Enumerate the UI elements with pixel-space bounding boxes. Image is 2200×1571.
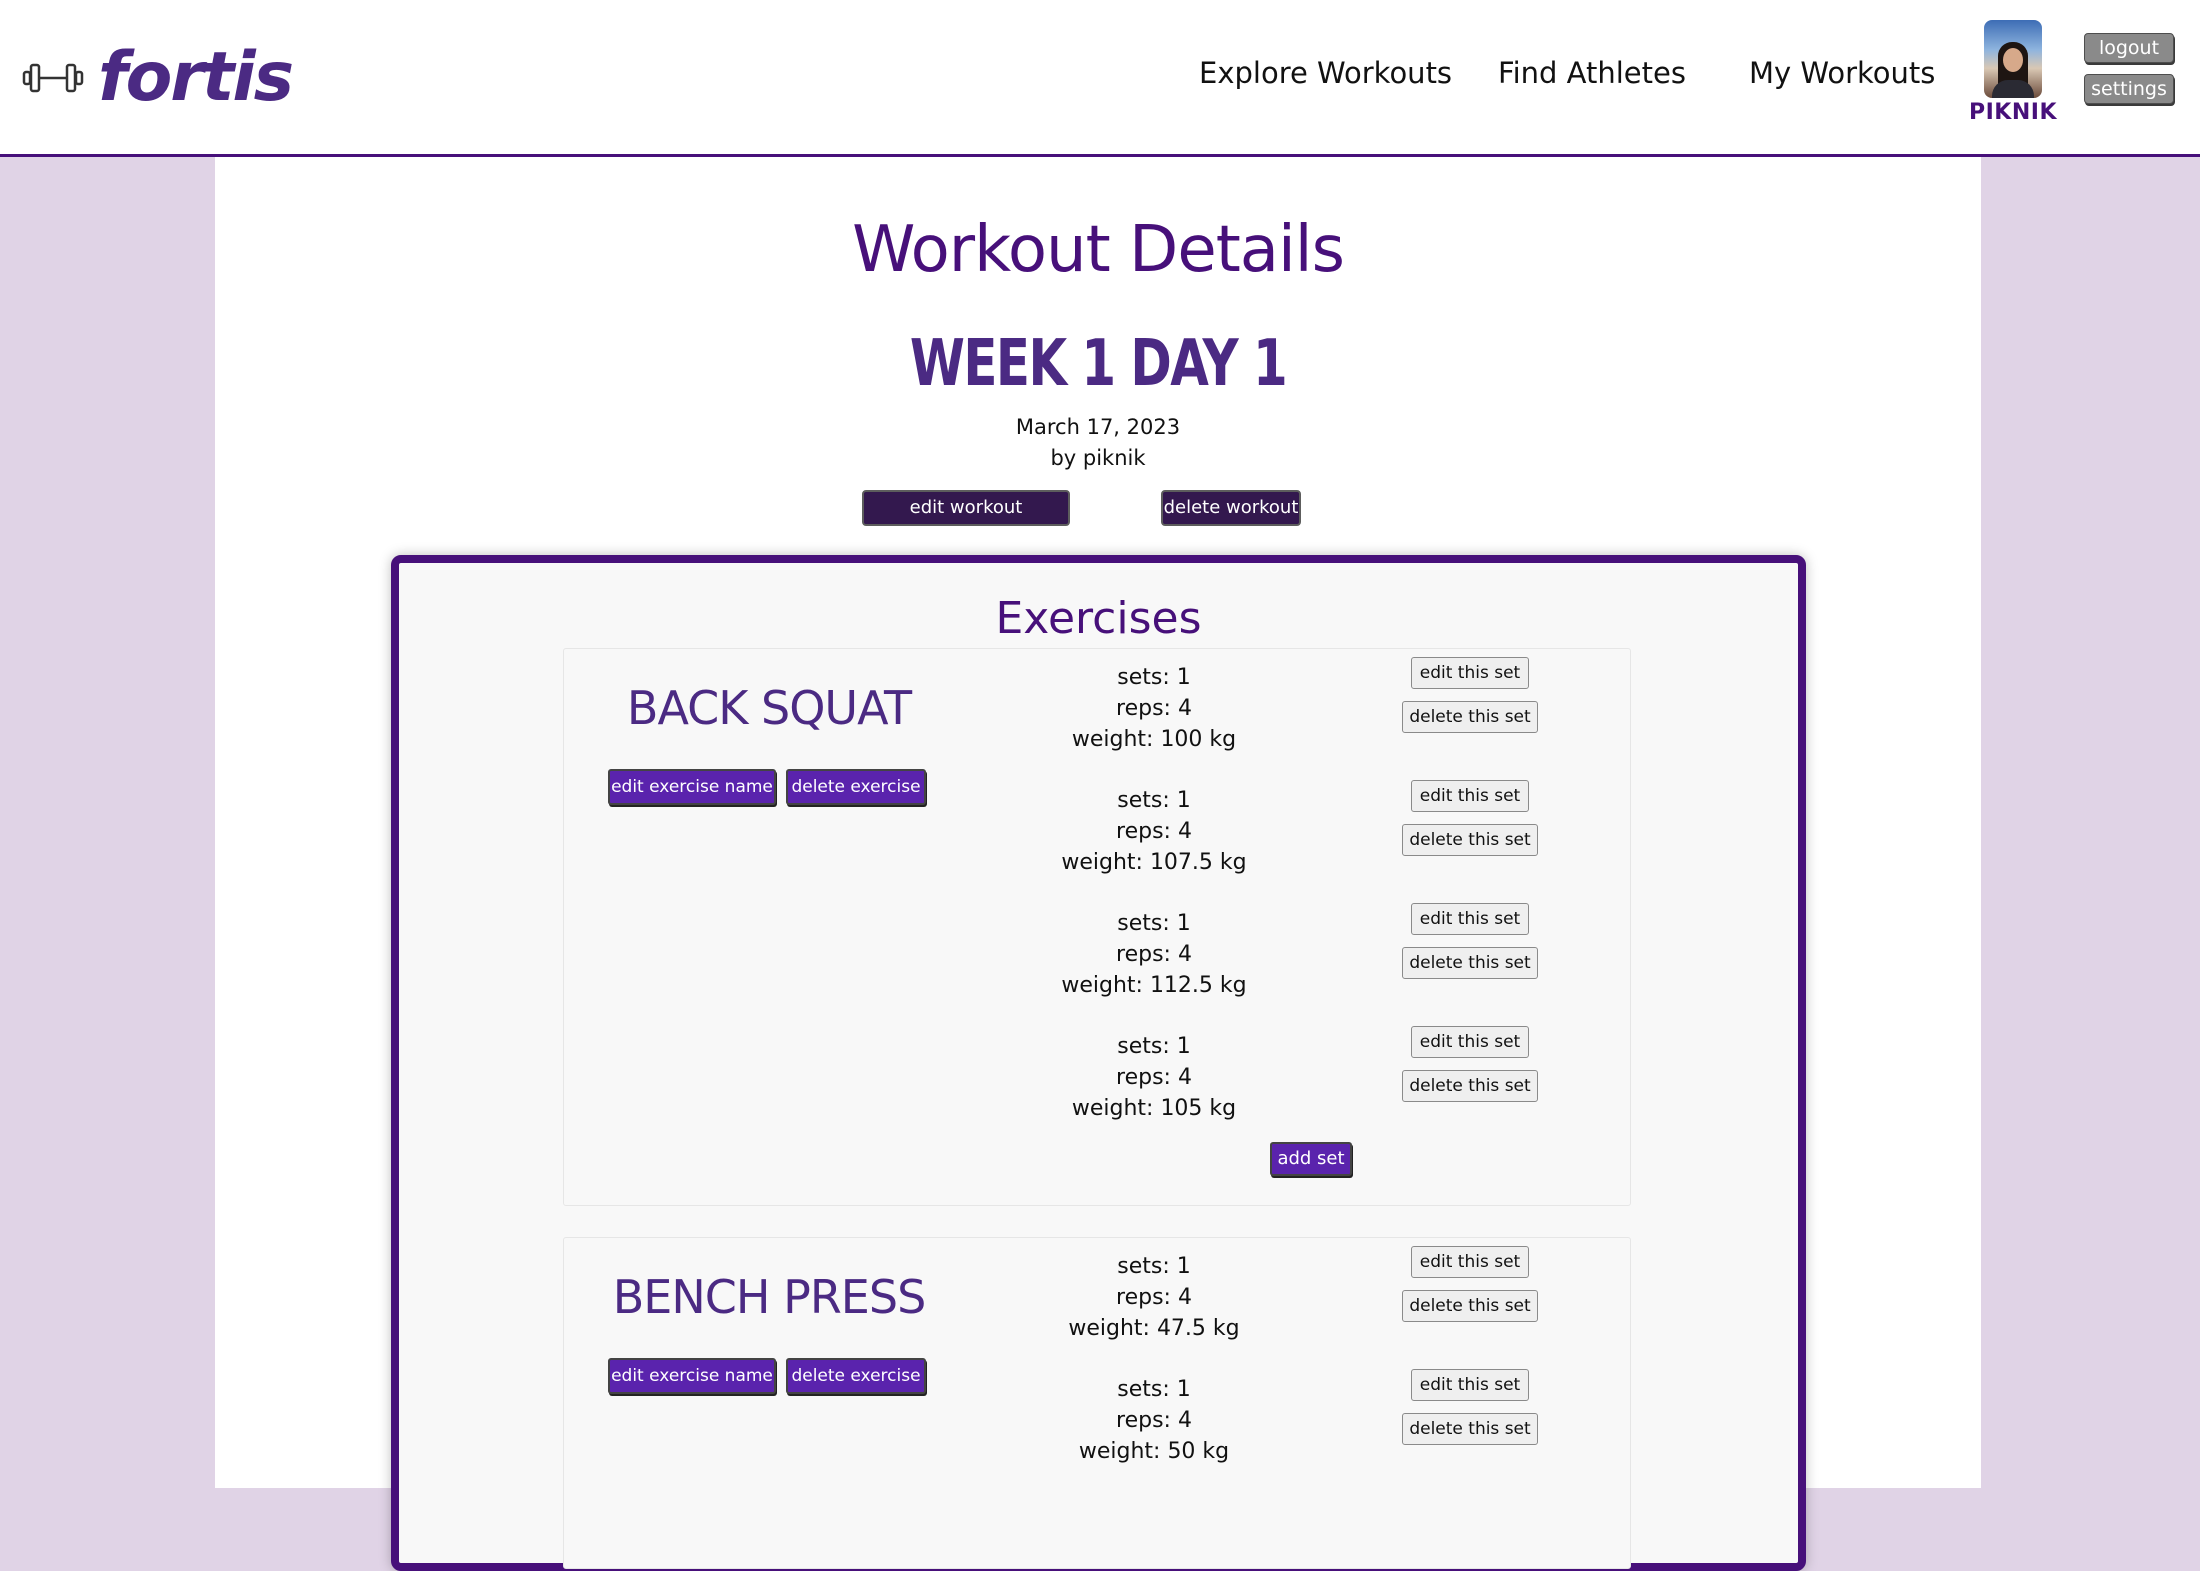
delete-exercise-button[interactable]: delete exercise bbox=[786, 769, 926, 805]
set-reps: reps: 4 bbox=[1116, 942, 1192, 967]
set-count: sets: 1 bbox=[1117, 1034, 1191, 1059]
page-title: Workout Details bbox=[852, 213, 1345, 287]
exercise-card: BACK SQUAT edit exercise name delete exe… bbox=[563, 648, 1631, 1206]
workout-date: March 17, 2023 bbox=[1015, 415, 1181, 439]
set-count: sets: 1 bbox=[1117, 1254, 1191, 1279]
edit-workout-button[interactable]: edit workout name/date bbox=[862, 490, 1070, 550]
set-count: sets: 1 bbox=[1117, 788, 1191, 813]
set-reps: reps: 4 bbox=[1116, 1408, 1192, 1433]
exercises-heading: Exercises bbox=[995, 593, 1202, 644]
top-header: fortis Explore Workouts Find Athletes My… bbox=[0, 0, 2200, 157]
nav-find-athletes[interactable]: Find Athletes bbox=[1498, 56, 1686, 90]
exercise-name: BACK SQUAT bbox=[626, 681, 912, 735]
edit-set-button[interactable]: edit this set bbox=[1411, 1246, 1529, 1278]
settings-button[interactable]: settings bbox=[2084, 74, 2174, 104]
workout-name: WEEK 1 DAY 1 bbox=[909, 327, 1288, 401]
edit-set-button[interactable]: edit this set bbox=[1411, 1026, 1529, 1058]
main-content: Workout Details WEEK 1 DAY 1 March 17, 2… bbox=[215, 157, 1981, 1571]
workout-author: by piknik bbox=[1050, 446, 1146, 470]
edit-exercise-name-button[interactable]: edit exercise name bbox=[608, 769, 776, 805]
set-info: sets: 1 reps: 4 weight: 107.5 kg bbox=[1004, 785, 1304, 878]
set-info: sets: 1 reps: 4 weight: 105 kg bbox=[1004, 1031, 1304, 1124]
set-weight: weight: 107.5 kg bbox=[1061, 850, 1247, 875]
set-info: sets: 1 reps: 4 weight: 47.5 kg bbox=[1004, 1251, 1304, 1344]
delete-set-button[interactable]: delete this set bbox=[1402, 701, 1538, 733]
set-reps: reps: 4 bbox=[1116, 696, 1192, 721]
set-weight: weight: 47.5 kg bbox=[1068, 1316, 1240, 1341]
delete-exercise-button[interactable]: delete exercise bbox=[786, 1358, 926, 1394]
username-label[interactable]: PIKNIK bbox=[1968, 100, 2058, 125]
delete-workout-button[interactable]: delete workout bbox=[1161, 490, 1301, 526]
exercise-name: BENCH PRESS bbox=[612, 1270, 927, 1324]
dumbbell-icon bbox=[22, 63, 84, 93]
set-weight: weight: 112.5 kg bbox=[1061, 973, 1247, 998]
set-reps: reps: 4 bbox=[1116, 819, 1192, 844]
exercises-panel: Exercises BACK SQUAT edit exercise name … bbox=[391, 555, 1806, 1571]
set-count: sets: 1 bbox=[1117, 665, 1191, 690]
delete-set-button[interactable]: delete this set bbox=[1402, 1413, 1538, 1445]
nav-explore-workouts[interactable]: Explore Workouts bbox=[1199, 56, 1452, 90]
edit-set-button[interactable]: edit this set bbox=[1411, 1369, 1529, 1401]
delete-set-button[interactable]: delete this set bbox=[1402, 947, 1538, 979]
set-count: sets: 1 bbox=[1117, 1377, 1191, 1402]
logout-button[interactable]: logout bbox=[2084, 33, 2174, 63]
set-reps: reps: 4 bbox=[1116, 1285, 1192, 1310]
delete-set-button[interactable]: delete this set bbox=[1402, 1070, 1538, 1102]
set-info: sets: 1 reps: 4 weight: 112.5 kg bbox=[1004, 908, 1304, 1001]
delete-set-button[interactable]: delete this set bbox=[1402, 1290, 1538, 1322]
brand-logo[interactable]: fortis bbox=[22, 38, 294, 117]
edit-set-button[interactable]: edit this set bbox=[1411, 657, 1529, 689]
set-info: sets: 1 reps: 4 weight: 50 kg bbox=[1004, 1374, 1304, 1467]
edit-set-button[interactable]: edit this set bbox=[1411, 780, 1529, 812]
user-avatar[interactable] bbox=[1984, 20, 2042, 98]
delete-set-button[interactable]: delete this set bbox=[1402, 824, 1538, 856]
exercise-card: BENCH PRESS edit exercise name delete ex… bbox=[563, 1237, 1631, 1569]
nav-my-workouts[interactable]: My Workouts bbox=[1749, 56, 1935, 90]
set-info: sets: 1 reps: 4 weight: 100 kg bbox=[1004, 662, 1304, 755]
set-weight: weight: 105 kg bbox=[1071, 1096, 1237, 1121]
set-reps: reps: 4 bbox=[1116, 1065, 1192, 1090]
set-count: sets: 1 bbox=[1117, 911, 1191, 936]
brand-name: fortis bbox=[98, 38, 294, 117]
add-set-button[interactable]: add set bbox=[1270, 1142, 1352, 1176]
set-weight: weight: 50 kg bbox=[1078, 1439, 1230, 1464]
edit-exercise-name-button[interactable]: edit exercise name bbox=[608, 1358, 776, 1394]
set-weight: weight: 100 kg bbox=[1071, 727, 1237, 752]
edit-set-button[interactable]: edit this set bbox=[1411, 903, 1529, 935]
